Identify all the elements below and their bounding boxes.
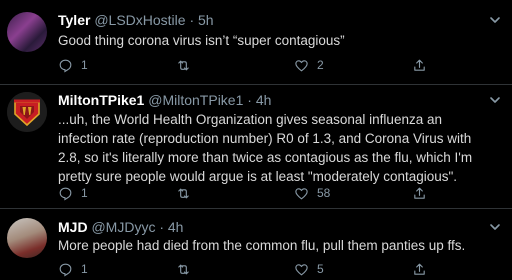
share-button[interactable] (412, 184, 427, 202)
retweet-button[interactable] (176, 56, 199, 74)
chevron-down-icon[interactable] (488, 13, 502, 27)
tweet-actions: 1 5 (58, 260, 458, 278)
like-icon (295, 263, 308, 275)
tweet-header: MJD @MJDyyc · 4h (58, 218, 492, 236)
timestamp[interactable]: · 4h (159, 219, 183, 235)
reply-button[interactable]: 1 (58, 184, 88, 202)
reply-count: 1 (81, 262, 88, 276)
tweet[interactable]: MJD @MJDyyc · 4h More people had died fr… (0, 208, 512, 280)
share-icon (414, 187, 425, 199)
reply-button[interactable]: 1 (58, 260, 88, 278)
chevron-down-icon[interactable] (488, 220, 502, 234)
share-button[interactable] (412, 56, 427, 74)
display-name[interactable]: MiltonTPike1 (58, 92, 144, 108)
reply-count: 1 (81, 186, 88, 200)
tweet[interactable]: Tyler @LSDxHostile · 5h Good thing coron… (0, 0, 512, 84)
retweet-icon (178, 60, 189, 70)
reply-icon (59, 59, 72, 72)
like-button[interactable]: 2 (294, 56, 324, 74)
like-count: 58 (317, 186, 331, 200)
tweet-text: More people had died from the common flu… (58, 238, 466, 253)
tweet-header: Tyler @LSDxHostile · 5h (58, 11, 492, 29)
handle[interactable]: @LSDxHostile (94, 12, 185, 28)
chevron-down-icon[interactable] (488, 93, 502, 107)
display-name[interactable]: MJD (58, 219, 88, 235)
display-name[interactable]: Tyler (58, 12, 90, 28)
reply-icon (59, 263, 72, 276)
like-button[interactable]: 5 (294, 260, 324, 278)
like-count: 2 (317, 58, 324, 72)
tweet-actions: 1 58 (58, 184, 458, 202)
share-button[interactable] (412, 260, 427, 278)
tweet-header: MiltonTPike1 @MiltonTPike1 · 4h (58, 91, 492, 109)
reply-count: 1 (81, 58, 88, 72)
milton-logo-icon (7, 92, 47, 132)
share-icon (414, 263, 425, 275)
retweet-icon (178, 264, 189, 274)
retweet-icon (178, 188, 189, 198)
reply-icon (59, 187, 72, 200)
timestamp[interactable]: · 4h (247, 92, 271, 108)
retweet-button[interactable] (176, 184, 199, 202)
share-icon (414, 59, 425, 71)
like-icon (295, 187, 308, 199)
reply-button[interactable]: 1 (58, 56, 88, 74)
tweet-text: ...uh, the World Health Organization giv… (58, 112, 473, 184)
avatar[interactable] (7, 218, 47, 258)
retweet-button[interactable] (176, 260, 199, 278)
tweet-actions: 1 2 (58, 56, 458, 74)
avatar[interactable] (7, 92, 47, 132)
handle[interactable]: @MiltonTPike1 (148, 92, 243, 108)
like-count: 5 (317, 262, 324, 276)
avatar[interactable] (7, 12, 47, 52)
timestamp[interactable]: · 5h (189, 12, 213, 28)
like-button[interactable]: 58 (294, 184, 330, 202)
handle[interactable]: @MJDyyc (91, 219, 155, 235)
tweet[interactable]: MiltonTPike1 @MiltonTPike1 · 4h ...uh, t… (0, 84, 512, 208)
tweet-text: Good thing corona virus isn’t “super con… (58, 33, 345, 48)
like-icon (295, 59, 308, 71)
